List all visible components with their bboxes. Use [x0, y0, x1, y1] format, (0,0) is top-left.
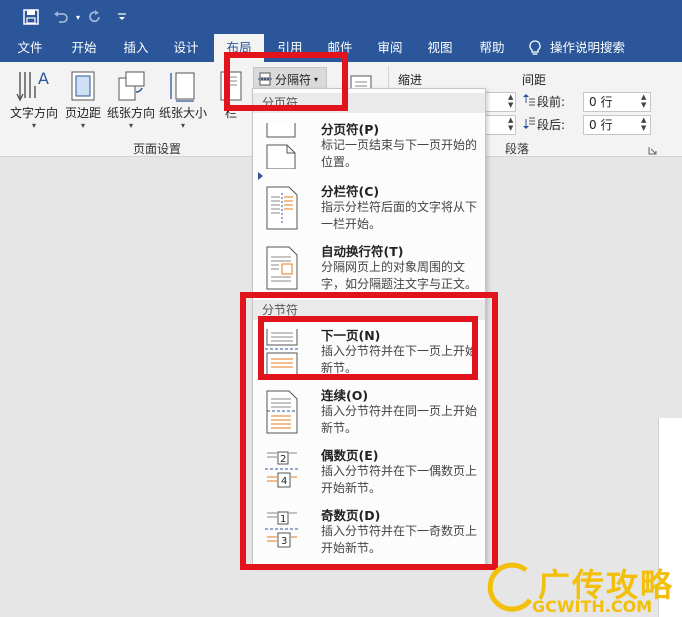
orientation-label: 纸张方向 — [106, 106, 155, 120]
svg-text:A: A — [38, 70, 49, 88]
spinner-icon[interactable]: ▲ ▼ — [508, 93, 513, 109]
menu-item-page-break[interactable]: 分页符(P) 标记一页结束与下一页开始的位置。 — [253, 117, 485, 180]
spinner-icon[interactable]: ▲ ▼ — [508, 116, 513, 132]
space-after-icon — [523, 116, 535, 133]
orientation-button[interactable]: 纸张方向 ▾ — [106, 68, 156, 130]
chevron-down-icon: ▾ — [80, 121, 85, 130]
text-direction-label: 文字方向 — [9, 106, 58, 120]
title-bar: ▾ — [0, 0, 682, 34]
chevron-down-icon: ▾ — [128, 121, 133, 130]
lightbulb-icon — [528, 40, 542, 56]
orientation-icon — [106, 68, 156, 102]
highlight-box-next-page — [258, 316, 478, 380]
paragraph-group-label: 段落 — [505, 142, 530, 156]
tab-file[interactable]: 文件 — [8, 34, 52, 62]
tab-review[interactable]: 审阅 — [368, 34, 412, 62]
space-before-icon — [523, 93, 535, 110]
spacing-label: 间距 — [522, 73, 547, 87]
redo-icon[interactable] — [84, 6, 106, 28]
tab-home[interactable]: 开始 — [62, 34, 106, 62]
indent-label: 缩进 — [398, 73, 423, 87]
space-before-row: 段前: — [523, 93, 565, 110]
text-wrapping-icon — [265, 245, 299, 291]
size-icon — [158, 68, 208, 102]
page-setup-group-label: 页面设置 — [133, 142, 182, 156]
undo-dropdown-icon[interactable]: ▾ — [72, 6, 84, 28]
menu-item-desc: 分隔网页上的对象周围的文字，如分隔题注文字与正文。 — [321, 260, 478, 291]
space-before-label: 段前: — [537, 95, 566, 109]
tab-insert[interactable]: 插入 — [114, 34, 158, 62]
menu-item-column-break[interactable]: 分栏符(C) 指示分栏符后面的文字将从下一栏开始。 — [253, 179, 485, 237]
margins-button[interactable]: 页边距 ▾ — [62, 68, 104, 130]
space-after-row: 段后: — [523, 116, 565, 133]
watermark: 广传攻略 GCWITH.COM — [486, 560, 682, 617]
chevron-down-icon: ▾ — [31, 121, 36, 130]
tell-me-search[interactable]: 操作说明搜索 — [528, 34, 678, 62]
menu-item-title: 自动换行符(T) — [321, 244, 404, 259]
size-label: 纸张大小 — [158, 106, 207, 120]
tab-design[interactable]: 设计 — [164, 34, 208, 62]
menu-item-desc: 标记一页结束与下一页开始的位置。 — [321, 138, 478, 169]
margins-icon — [62, 68, 104, 102]
dialog-launcher-icon[interactable] — [648, 144, 657, 155]
chevron-down-icon: ▾ — [180, 121, 185, 130]
tab-help[interactable]: 帮助 — [470, 34, 514, 62]
spinner-icon[interactable]: ▲ ▼ — [641, 116, 646, 132]
tab-view[interactable]: 视图 — [418, 34, 462, 62]
highlight-box-breaks — [224, 52, 348, 111]
size-button[interactable]: 纸张大小 ▾ — [158, 68, 208, 130]
column-break-icon — [265, 185, 299, 231]
text-direction-icon: A — [8, 68, 60, 102]
menu-item-desc: 指示分栏符后面的文字将从下一栏开始。 — [321, 200, 478, 231]
menu-item-title: 分页符(P) — [321, 122, 380, 137]
page-break-icon — [265, 123, 299, 170]
space-after-label: 段后: — [537, 118, 566, 132]
save-icon[interactable] — [20, 6, 42, 28]
watermark-sub: GCWITH.COM — [532, 597, 653, 616]
tell-me-label: 操作说明搜索 — [550, 40, 626, 55]
menu-item-title: 分栏符(C) — [321, 184, 380, 199]
menu-item-text-wrapping[interactable]: 自动换行符(T) 分隔网页上的对象周围的文字，如分隔题注文字与正文。 — [253, 239, 485, 297]
customize-qat-icon[interactable] — [114, 6, 130, 28]
undo-icon[interactable] — [50, 6, 72, 28]
margins-label: 页边距 — [64, 106, 101, 120]
text-direction-button[interactable]: A 文字方向 ▾ — [8, 68, 60, 130]
spinner-icon[interactable]: ▲ ▼ — [641, 93, 646, 109]
